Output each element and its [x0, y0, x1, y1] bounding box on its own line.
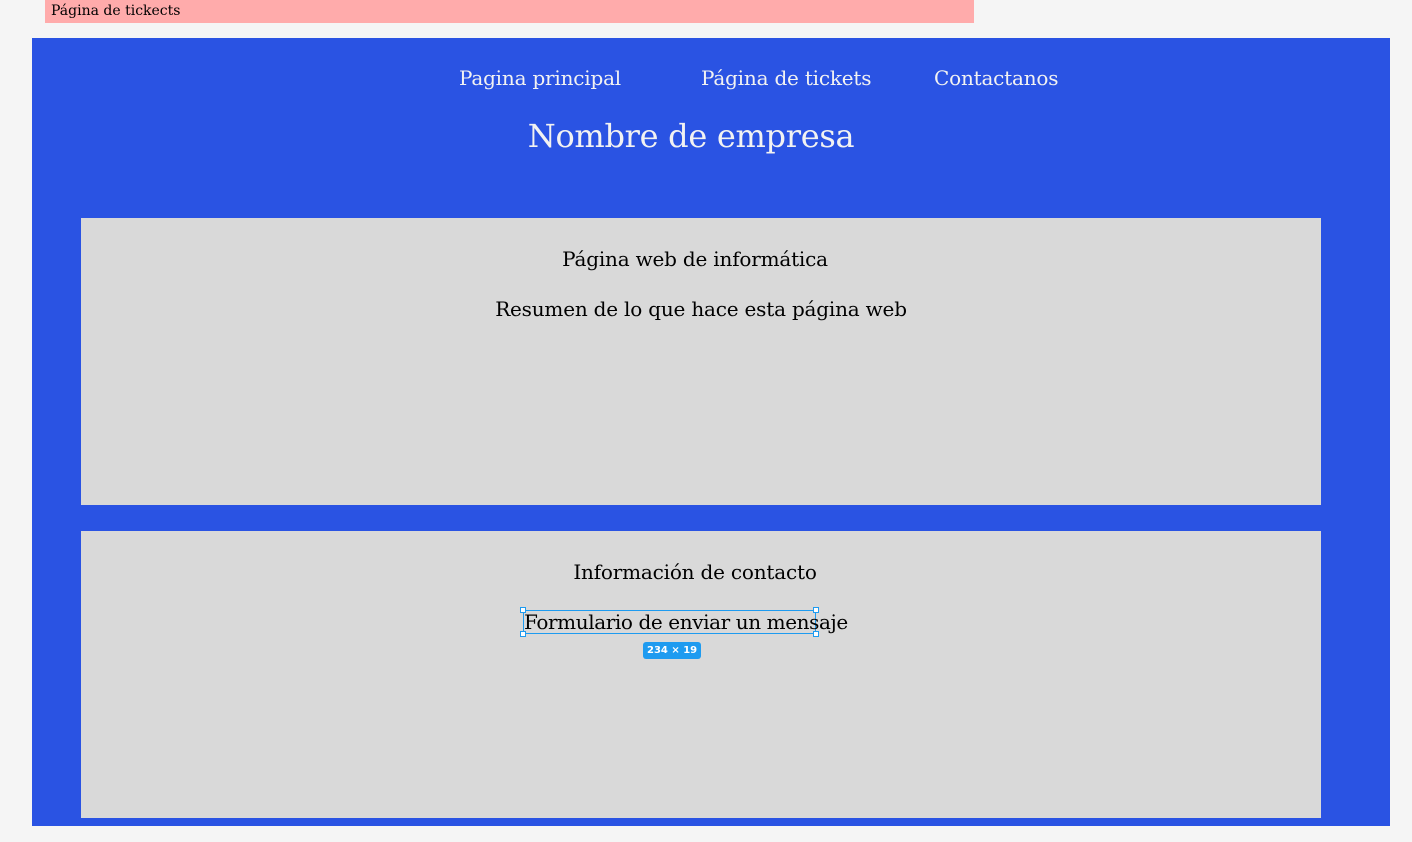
frame-label[interactable]: Página de tickects [45, 0, 974, 23]
contact-form-text-selected[interactable]: Formulario de enviar un mensaje [523, 610, 848, 634]
nav-link-home[interactable]: Pagina principal [459, 64, 621, 92]
company-name: Nombre de empresa [527, 117, 855, 155]
resize-handle-bottom-left[interactable] [520, 631, 526, 637]
page-frame[interactable]: Pagina principal Página de tickets Conta… [32, 38, 1390, 826]
nav-link-contact[interactable]: Contactanos [934, 64, 1059, 92]
info-card-summary: Resumen de lo que hace esta página web [495, 297, 907, 321]
size-badge: 234 × 19 [643, 642, 702, 659]
info-card-title: Página web de informática [562, 247, 828, 271]
resize-handle-top-left[interactable] [520, 607, 526, 613]
info-card[interactable]: Página web de informática Resumen de lo … [81, 218, 1321, 505]
resize-handle-top-right[interactable] [813, 607, 819, 613]
nav-link-tickets[interactable]: Página de tickets [701, 64, 872, 92]
contact-card-title: Información de contacto [573, 560, 817, 584]
resize-handle-bottom-right[interactable] [813, 631, 819, 637]
contact-card[interactable]: Información de contacto Formulario de en… [81, 531, 1321, 818]
